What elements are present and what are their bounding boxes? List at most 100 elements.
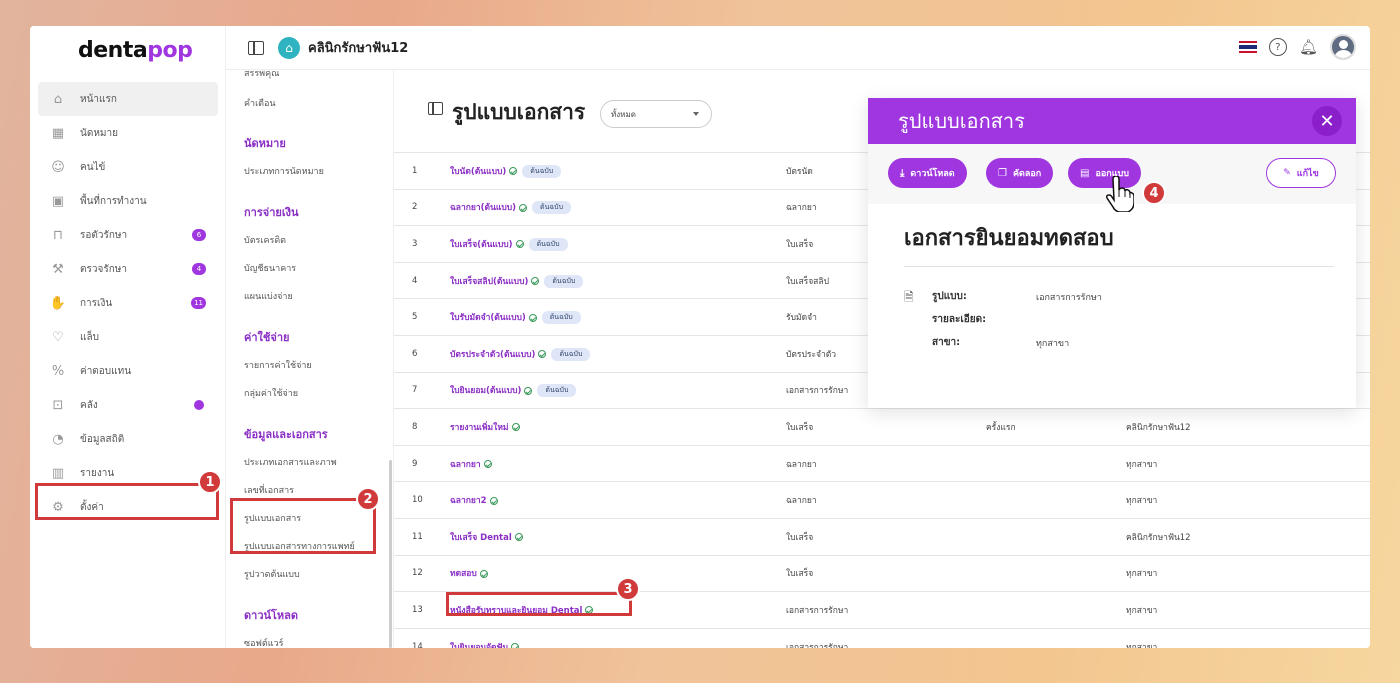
dentapop-logo[interactable]: dentapop (78, 38, 193, 63)
document-link[interactable]: ใบรับมัดจำ(ต้นแบบ) (450, 313, 526, 323)
table-row[interactable]: 14 ใบยินยอมจัดฟัน เอกสารการรักษา ทุกสาขา (394, 627, 1370, 648)
count-badge: 6 (192, 229, 206, 241)
check-circle-icon (483, 460, 492, 469)
submenu-group-title: การจ่ายเงิน (244, 206, 299, 219)
document-link[interactable]: ใบเสร็จ(ต้นแบบ) (450, 240, 513, 250)
check-circle-icon (538, 350, 547, 359)
help-icon[interactable]: ? (1268, 38, 1287, 56)
sidebar-item-0[interactable]: ⌂ หน้าแรก (38, 82, 218, 116)
sidebar-item-8[interactable]: % ค่าตอบแทน (38, 354, 218, 388)
check-circle-icon (489, 496, 498, 505)
download-button[interactable]: ⤓ ดาวน์โหลด (888, 158, 967, 188)
row-number: 14 (394, 627, 450, 648)
original-tag: ต้นฉบับ (532, 201, 572, 215)
sidebar-item-9[interactable]: ⊡ คลัง (38, 388, 218, 422)
document-link[interactable]: ใบเสร็จสลิป(ต้นแบบ) (450, 277, 528, 287)
row-number: 6 (394, 334, 450, 373)
sidebar-item-7[interactable]: ♡ แล็บ (38, 320, 218, 354)
submenu-item[interactable]: รายการค่าใช้จ่าย (244, 358, 312, 372)
sidebar-item-label: ค่าตอบแทน (80, 365, 132, 377)
sidebar-item-2[interactable]: ☺ คนไข้ (38, 150, 218, 184)
edit-button[interactable]: ✎ แก้ไข (1266, 158, 1336, 188)
copy-button[interactable]: ❐ คัดลอก (986, 158, 1054, 188)
sidebar-item-label: ข้อมูลสถิติ (80, 433, 125, 445)
sidebar-toggle-icon[interactable] (248, 40, 264, 55)
sidebar-item-5[interactable]: ⚒ ตรวจรักษา 4 (38, 252, 218, 286)
divider (904, 266, 1334, 267)
branch-cell: ทุกสาขา (1126, 481, 1370, 519)
detail-field-label: สาขา: (932, 337, 961, 348)
highlight-document-templates (230, 498, 376, 554)
sidebar-item-4[interactable]: ⊓ รอตัวรักษา 6 (38, 218, 218, 252)
thai-flag-icon[interactable] (1238, 41, 1257, 53)
name-cell: รายงานเพิ่มใหม่ (450, 408, 786, 446)
document-link[interactable]: ใบเสร็จ Dental (450, 533, 512, 543)
table-row[interactable]: 9 ฉลากยา ฉลากยา ทุกสาขา (394, 444, 1370, 482)
name-cell: ใบยินยอมจัดฟัน (450, 627, 786, 648)
submenu-group-title: ดาวน์โหลด (244, 609, 299, 622)
sidebar-item-label: ตรวจรักษา (80, 263, 127, 275)
submenu-scrollbar[interactable] (389, 460, 392, 648)
table-row[interactable]: 10 ฉลากยา2 ฉลากยา ทุกสาขา (394, 481, 1370, 519)
detail-header: รูปแบบเอกสาร (868, 98, 1356, 144)
download-icon: ⤓ (900, 167, 905, 179)
name-cell: ใบนัด(ต้นแบบ) ต้นฉบับ (450, 152, 786, 190)
frequency-cell (986, 554, 1126, 592)
table-row[interactable]: 12 ทดสอบ ใบเสร็จ ทุกสาขา (394, 554, 1370, 592)
submenu-item[interactable]: บัญชีธนาคาร (244, 261, 296, 275)
document-link[interactable]: บัตรประจำตัว(ต้นแบบ) (450, 350, 535, 360)
submenu-item[interactable]: คำเตือน (244, 96, 276, 110)
avatar[interactable] (1330, 34, 1356, 60)
table-row[interactable]: 11 ใบเสร็จ Dental ใบเสร็จ คลินิกรักษาฟัน12 (394, 517, 1370, 556)
sidebar-item-6[interactable]: ✋ การเงิน 11 (38, 286, 218, 320)
row-number: 13 (394, 591, 450, 629)
panel-icon[interactable] (428, 102, 443, 115)
sidebar-item-3[interactable]: ▣ พื้นที่การทำงาน (38, 184, 218, 218)
branch-cell: ทุกสาขา (1126, 554, 1370, 592)
clinic-home-icon: ⌂ (278, 36, 300, 59)
branch-cell: ทุกสาขา (1126, 591, 1370, 629)
copy-icon: ❐ (998, 167, 1007, 179)
close-icon[interactable]: ✕ (1312, 106, 1342, 136)
original-tag: ต้นฉบับ (544, 274, 584, 288)
document-link[interactable]: รายงานเพิ่มใหม่ (450, 423, 509, 433)
filter-select[interactable]: ทั้งหมด (600, 100, 712, 128)
submenu-item[interactable]: แผนแบ่งจ่าย (244, 289, 293, 303)
check-circle-icon (531, 277, 540, 286)
submenu-item[interactable]: รูปวาดต้นแบบ (244, 567, 300, 581)
document-link[interactable]: ฉลากยา2 (450, 496, 487, 506)
submenu-item[interactable]: ซอฟต์แวร์ (244, 636, 283, 648)
sidebar-item-1[interactable]: ▦ นัดหมาย (38, 116, 218, 150)
submenu-item[interactable]: สรรพคุณ (244, 70, 279, 80)
document-link[interactable]: ใบนัด(ต้นแบบ) (450, 167, 506, 177)
sidebar-item-label: รอตัวรักษา (80, 229, 128, 241)
document-link[interactable]: ฉลากยา(ต้นแบบ) (450, 203, 516, 213)
sidebar-item-10[interactable]: ◔ ข้อมูลสถิติ (38, 422, 218, 456)
type-cell: เอกสารการรักษา (786, 627, 986, 648)
document-link[interactable]: ทดสอบ (450, 569, 477, 579)
submenu-item[interactable]: บัตรเครดิต (244, 233, 286, 247)
original-tag: ต้นฉบับ (541, 311, 581, 325)
row-number: 12 (394, 554, 450, 592)
detail-title: เอกสารยินยอมทดสอบ (904, 226, 1114, 251)
document-link[interactable]: ใบยินยอม(ต้นแบบ) (450, 386, 521, 396)
check-circle-icon (528, 313, 537, 322)
document-link[interactable]: ฉลากยา (450, 460, 481, 470)
percent-icon: % (51, 363, 65, 379)
submenu-item[interactable]: ประเภทเอกสารและภาพ (244, 455, 337, 469)
document-link[interactable]: ใบยินยอมจัดฟัน (450, 643, 508, 648)
app-window: dentapop ⌂ หน้าแรก ▦ นัดหมาย ☺ คนไข้ ▣ พื้นที่ก… (30, 26, 1370, 648)
name-cell: ใบรับมัดจำ(ต้นแบบ) ต้นฉบับ (450, 298, 786, 336)
submenu-item[interactable]: ประเภทการนัดหมาย (244, 164, 324, 178)
bell-icon[interactable]: 🔔︎ (1299, 38, 1318, 56)
check-circle-icon (509, 167, 518, 176)
table-row[interactable]: 8 รายงานเพิ่มใหม่ ใบเสร็จ ครั้งแรก คลินิกรัก… (394, 408, 1370, 446)
clinic-name[interactable]: คลินิกรักษาฟัน12 (308, 37, 408, 58)
submenu-item[interactable]: เลขที่เอกสาร (244, 483, 294, 497)
settings-submenu: สรรพคุณ คำเตือน นัดหมาย ประเภทการนัดหมาย การ… (226, 70, 394, 648)
branch-cell: คลินิกรักษาฟัน12 (1126, 408, 1370, 446)
frequency-cell (986, 591, 1126, 629)
chair-icon: ⊓ (52, 227, 64, 243)
submenu-item[interactable]: กลุ่มค่าใช้จ่าย (244, 386, 298, 400)
step-marker-3: 3 (616, 577, 640, 601)
